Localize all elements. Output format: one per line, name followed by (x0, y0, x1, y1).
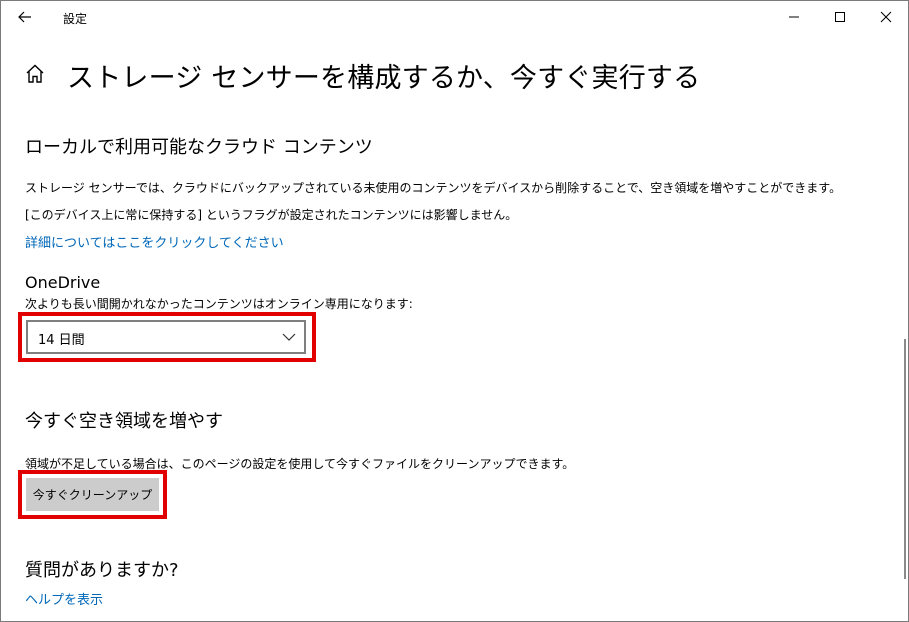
scrollbar[interactable] (904, 339, 906, 579)
page-title: ストレージ センサーを構成するか、今すぐ実行する (67, 63, 701, 94)
learn-more-link[interactable]: 詳細についてはここをクリックしてください (25, 232, 284, 251)
local-cloud-heading: ローカルで利用可能なクラウド コンテンツ (25, 137, 373, 158)
minimize-button[interactable] (771, 1, 817, 33)
free-space-heading: 今すぐ空き領域を増やす (25, 411, 223, 432)
onedrive-heading: OneDrive (25, 273, 101, 292)
dropdown-selected-value: 14 日間 (38, 333, 85, 348)
get-help-link[interactable]: ヘルプを表示 (25, 589, 103, 608)
onedrive-label: 次よりも長い間開かれなかったコンテンツはオンライン専用になります: (25, 297, 413, 311)
back-arrow-icon (18, 11, 31, 23)
home-icon[interactable] (23, 62, 47, 86)
settings-window: 設定 ストレージ センサーを構成するか、今すぐ実行する ローカルで利用可能なクラ… (0, 0, 909, 622)
back-button[interactable] (9, 3, 41, 31)
clean-up-now-button[interactable]: 今すぐクリーンアップ (26, 478, 159, 511)
title-bar: 設定 (1, 1, 908, 33)
minimize-icon (789, 16, 799, 18)
onedrive-days-dropdown[interactable]: 14 日間 (26, 320, 306, 354)
close-button[interactable] (863, 1, 908, 33)
maximize-icon (835, 12, 845, 22)
close-icon (880, 11, 892, 23)
local-cloud-description: ストレージ センサーでは、クラウドにバックアップされている未使用のコンテンツをデ… (25, 181, 842, 195)
maximize-button[interactable] (817, 1, 863, 33)
chevron-down-icon (282, 333, 296, 341)
local-cloud-note: [このデバイス上に常に保持する] というフラグが設定されたコンテンツには影響しま… (25, 208, 518, 222)
window-title: 設定 (63, 12, 88, 26)
help-heading: 質問がありますか? (25, 560, 179, 581)
